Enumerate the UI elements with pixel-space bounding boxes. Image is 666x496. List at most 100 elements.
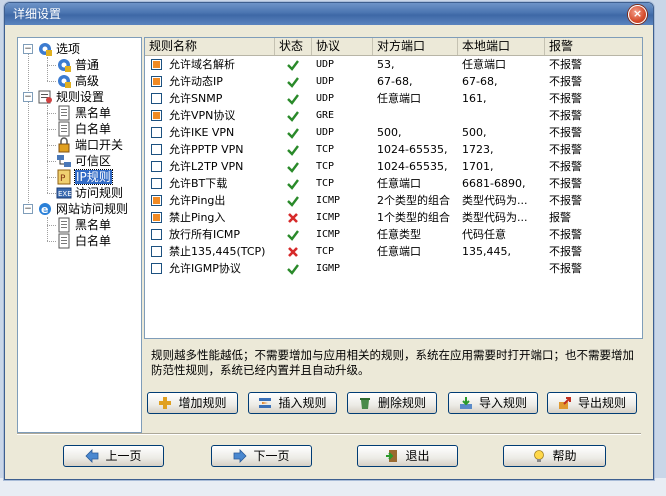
collapse-toggle[interactable]: − [23,92,33,102]
rule-enable-checkbox[interactable] [151,195,162,206]
next-page-label: 下一页 [253,449,290,463]
rules-description: 规则越多性能越低；不需要增加与应用相关的规则，系统在应用需要时打开端口；也不需要… [151,348,634,377]
header-alarm[interactable]: 报警 [545,38,642,55]
tree-item-node[interactable]: 端口开关 [56,137,123,153]
tree-item-node[interactable]: 黑名单 [56,217,111,233]
tree-item-group[interactable]: e 网站访问规则 [37,201,128,217]
table-row[interactable]: 允许L2TP VPN TCP 1024-65535, 1701, 不报警 [145,158,642,175]
table-row[interactable]: 禁止Ping入 ICMP 1个类型的组合 类型代码为... 报警 [145,209,642,226]
table-row[interactable]: 允许BT下载 TCP 任意端口 6681-6890, 不报警 [145,175,642,192]
rule-enable-checkbox[interactable] [151,161,162,172]
rule-remote-port: 任意端口 [377,177,421,190]
rule-alarm: 不报警 [549,92,582,105]
next-page-button[interactable]: 下一页 [211,445,312,467]
exit-door-icon [385,449,399,463]
rule-alarm: 不报警 [549,58,582,71]
table-row[interactable]: 允许PPTP VPN TCP 1024-65535, 1723, 不报警 [145,141,642,158]
table-row[interactable]: 禁止135,445(TCP) TCP 任意端口 135,445, 不报警 [145,243,642,260]
header-status[interactable]: 状态 [275,38,312,55]
gear-icon [56,57,72,73]
delete-rule-button[interactable]: 删除规则 [347,392,437,414]
desktop-background [0,478,666,496]
tree-branch-line [47,105,48,193]
header-protocol[interactable]: 协议 [312,38,373,55]
tree-item-label: 普通 [75,58,100,72]
tree-connector [47,81,56,82]
tree-item-node[interactable]: 高级 [56,73,99,89]
export-rule-button[interactable]: 导出规则 [547,392,637,414]
collapse-toggle[interactable]: − [23,204,33,214]
import-rule-button[interactable]: 导入规则 [448,392,538,414]
header-remote-port[interactable]: 对方端口 [373,38,458,55]
collapse-toggle[interactable]: − [23,44,33,54]
rule-name: 允许IKE VPN [169,126,235,139]
settings-dialog: 详细设置 × − 选项 普通 高级 − 规则设置 黑名单 白名单 端口开关 可信区 P IP规则 EXE… [4,2,654,480]
tree-item-node[interactable]: P IP规则 [56,169,113,185]
tree-connector [47,129,56,130]
tree-item-node[interactable]: 白名单 [56,233,111,249]
rule-name: 允许Ping出 [169,194,226,207]
rule-enable-checkbox[interactable] [151,144,162,155]
prev-page-button[interactable]: 上一页 [63,445,164,467]
rule-local-port: 500, [462,126,487,139]
exit-button[interactable]: 退出 [357,445,458,467]
rule-enable-checkbox[interactable] [151,110,162,121]
tree-item-node[interactable]: 可信区 [56,153,111,169]
insert-rule-button[interactable]: 插入规则 [248,392,337,414]
lock-icon [56,137,72,153]
rule-enable-checkbox[interactable] [151,229,162,240]
rule-alarm: 报警 [549,211,571,224]
table-row[interactable]: 允许IKE VPN UDP 500, 500, 不报警 [145,124,642,141]
ip-rule-icon: P [56,169,72,185]
table-row[interactable]: 允许SNMP UDP 任意端口 161, 不报警 [145,90,642,107]
rule-protocol: UDP [316,93,335,104]
rule-remote-port [373,260,458,277]
table-row[interactable]: 允许动态IP UDP 67-68, 67-68, 不报警 [145,73,642,90]
close-button[interactable]: × [628,5,647,24]
tree-item-label: 黑名单 [75,106,112,120]
rule-name: 禁止135,445(TCP) [169,245,266,258]
tree-item-node[interactable]: 普通 [56,57,99,73]
table-row[interactable]: 允许IGMP协议 IGMP 不报警 [145,260,642,277]
table-row[interactable]: 允许Ping出 ICMP 2个类型的组合 类型代码为... 不报警 [145,192,642,209]
tree-item-node[interactable]: EXE 访问规则 [56,185,123,201]
table-row[interactable]: 允许域名解析 UDP 53, 任意端口 不报警 [145,56,642,73]
exe-icon: EXE [56,185,72,201]
header-local-port[interactable]: 本地端口 [458,38,545,55]
rule-enable-checkbox[interactable] [151,127,162,138]
rule-enable-checkbox[interactable] [151,59,162,70]
rule-local-port: 类型代码为... [462,194,528,207]
tree-item-node[interactable]: 黑名单 [56,105,111,121]
help-button[interactable]: 帮助 [503,445,606,467]
tree-item-group[interactable]: 选项 [37,41,80,57]
rule-local-port: 1723, [462,143,494,156]
rule-alarm: 不报警 [549,262,582,275]
rule-enable-checkbox[interactable] [151,212,162,223]
rule-enable-checkbox[interactable] [151,263,162,274]
rule-remote-port: 2个类型的组合 [377,194,450,207]
import-rule-label: 导入规则 [478,396,527,410]
rule-name: 允许L2TP VPN [169,160,244,173]
tree-item-group[interactable]: 规则设置 [37,89,104,105]
ip-rules-list: 规则名称 状态 协议 对方端口 本地端口 报警 允许域名解析 UDP 53, 任意端口… [144,37,643,339]
header-rule-name[interactable]: 规则名称 [145,38,275,55]
window-title: 详细设置 [13,7,62,21]
rule-local-port: 67-68, [462,75,498,88]
tree-connector [47,145,56,146]
rule-enable-checkbox[interactable] [151,246,162,257]
tree-item-node[interactable]: 白名单 [56,121,111,137]
title-bar[interactable]: 详细设置 × [5,3,653,25]
rule-remote-port: 1024-65535, [377,160,448,173]
network-icon [56,153,72,169]
rule-enable-checkbox[interactable] [151,93,162,104]
tree-connector [47,161,56,162]
rule-alarm: 不报警 [549,160,582,173]
add-icon [158,396,172,410]
rule-enable-checkbox[interactable] [151,178,162,189]
table-row[interactable]: 允许VPN协议 GRE 不报警 [145,107,642,124]
rule-enable-checkbox[interactable] [151,76,162,87]
table-row[interactable]: 放行所有ICMP ICMP 任意类型 代码任意 不报警 [145,226,642,243]
tree-connector [47,225,56,226]
svg-text:EXE: EXE [58,190,72,198]
add-rule-button[interactable]: 增加规则 [147,392,238,414]
